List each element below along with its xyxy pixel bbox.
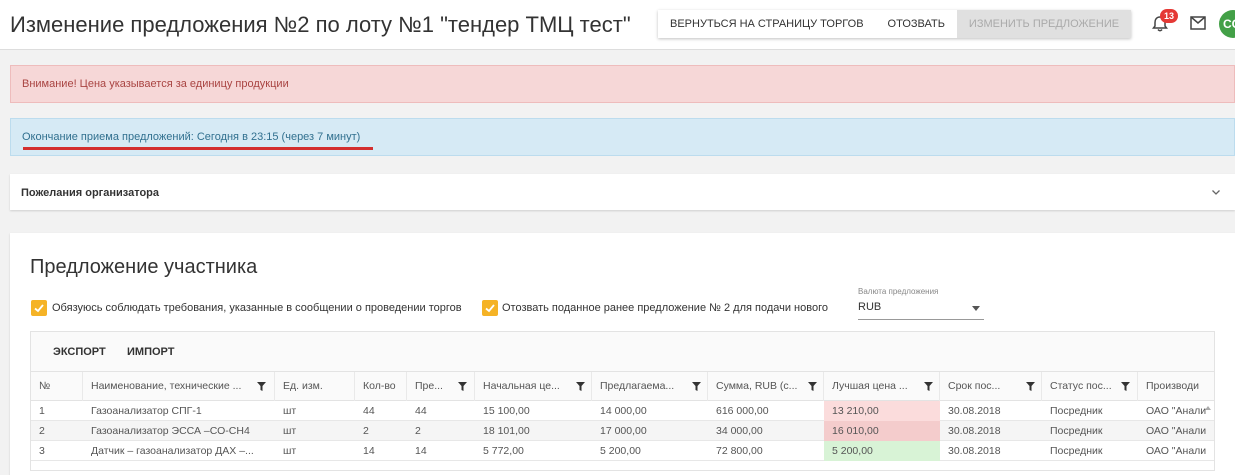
participant-proposal-card: Предложение участника Обязуюсь соблюдать…: [10, 233, 1235, 475]
cell-start-price: 18 101,00: [483, 425, 530, 437]
cell-sum: 34 000,00: [716, 425, 763, 437]
dropdown-arrow-icon: [972, 306, 980, 311]
column-header-best-price[interactable]: Лучшая цена ...: [824, 372, 940, 401]
cell-supplier-status[interactable]: Посредник: [1042, 441, 1138, 461]
cell-quantity: 2: [363, 425, 369, 437]
cell-name: Датчик – газоанализатор ДАХ –...: [91, 445, 254, 457]
cell-start-price: 5 772,00: [483, 445, 524, 457]
cell-manufacturer[interactable]: ОАО "Анали: [1138, 421, 1206, 441]
cell-best-price: 13 210,00: [824, 401, 940, 421]
cell-quantity: 14: [363, 445, 375, 457]
revoke-previous-label: Отозвать поданное ранее предложение № 2 …: [502, 302, 828, 314]
check-icon: [485, 304, 495, 313]
deadline-alert: Окончание приема предложений: Сегодня в …: [10, 118, 1235, 156]
cell-best-price: 5 200,00: [824, 441, 940, 461]
cell-unit: шт: [283, 445, 297, 457]
header-actions: ВЕРНУТЬСЯ НА СТРАНИЦУ ТОРГОВ ОТОЗВАТЬ ИЗ…: [658, 10, 1132, 38]
cell-supplier-status[interactable]: Посредник: [1042, 421, 1138, 441]
cell-name: Газоанализатор ЭССА –СО-СН4: [91, 425, 250, 437]
change-proposal-button[interactable]: ИЗМЕНИТЬ ПРЕДЛОЖЕНИЕ: [956, 10, 1132, 38]
column-header-sum[interactable]: Сумма, RUB (с...: [708, 372, 824, 401]
cell-offered-price[interactable]: 14 000,00: [592, 401, 708, 421]
deadline-text: Окончание приема предложений: Сегодня в …: [22, 131, 361, 143]
deadline-underline-mark: [23, 147, 373, 150]
cell-manufacturer[interactable]: ОАО "Анали: [1138, 401, 1206, 421]
cell-name: Газоанализатор СПГ-1: [91, 405, 202, 417]
mail-icon[interactable]: [1190, 16, 1206, 30]
cell-sum: 72 800,00: [716, 445, 763, 457]
cell-delivery-date[interactable]: 30.08.2018: [940, 441, 1042, 461]
scroll-up-icon[interactable]: [1204, 404, 1212, 412]
organizer-wishes-title: Пожелания организатора: [21, 187, 160, 199]
user-avatar[interactable]: СС: [1219, 10, 1235, 38]
check-icon: [34, 304, 44, 313]
agree-requirements-checkbox[interactable]: [31, 300, 47, 316]
price-warning-alert: Внимание! Цена указывается за единицу пр…: [10, 65, 1235, 103]
revoke-previous-checkbox[interactable]: [482, 300, 498, 316]
organizer-wishes-panel[interactable]: Пожелания организатора: [10, 174, 1235, 210]
table-row[interactable]: 3 Датчик – газоанализатор ДАХ –... шт 14…: [31, 441, 1214, 461]
column-header-number[interactable]: №: [31, 372, 83, 401]
top-header: Изменение предложения №2 по лоту №1 "тен…: [0, 0, 1235, 50]
agree-requirements-label: Обязуюсь соблюдать требования, указанные…: [52, 302, 462, 314]
cell-quantity: 44: [363, 405, 375, 417]
currency-label: Валюта предложения: [858, 287, 939, 296]
revoke-button[interactable]: ОТОЗВАТЬ: [876, 10, 957, 38]
currency-value: RUB: [858, 301, 882, 313]
page-title: Изменение предложения №2 по лоту №1 "тен…: [10, 12, 631, 37]
cell-number: 3: [39, 445, 45, 457]
cell-offered-qty[interactable]: 2: [407, 421, 475, 441]
currency-select[interactable]: RUB: [858, 298, 984, 320]
cell-offered-price[interactable]: 5 200,00: [592, 441, 708, 461]
proposal-title: Предложение участника: [30, 256, 258, 278]
cell-best-price: 16 010,00: [824, 421, 940, 441]
column-header-quantity[interactable]: Кол-во: [355, 372, 407, 401]
price-warning-text: Внимание! Цена указывается за единицу пр…: [22, 78, 289, 90]
cell-number: 1: [39, 405, 45, 417]
cell-offered-price[interactable]: 17 000,00: [592, 421, 708, 441]
filter-icon[interactable]: [1121, 382, 1130, 391]
grid-toolbar: ЭКСПОРТ ИМПОРТ: [31, 332, 1214, 372]
export-button[interactable]: ЭКСПОРТ: [53, 346, 106, 358]
cell-delivery-date[interactable]: 30.08.2018: [940, 401, 1042, 421]
filter-icon[interactable]: [808, 382, 817, 391]
cell-offered-qty[interactable]: 44: [407, 401, 475, 421]
filter-icon[interactable]: [924, 382, 933, 391]
import-button[interactable]: ИМПОРТ: [127, 346, 174, 358]
cell-unit: шт: [283, 405, 297, 417]
filter-icon[interactable]: [257, 382, 266, 391]
table-row[interactable]: 1 Газоанализатор СПГ-1 шт 44 44 15 100,0…: [31, 401, 1214, 421]
filter-icon[interactable]: [458, 382, 467, 391]
cell-sum: 616 000,00: [716, 405, 769, 417]
cell-supplier-status[interactable]: Посредник: [1042, 401, 1138, 421]
column-header-unit[interactable]: Ед. изм.: [275, 372, 355, 401]
column-header-name[interactable]: Наименование, технические ...: [83, 372, 275, 401]
table-row[interactable]: 2 Газоанализатор ЭССА –СО-СН4 шт 2 2 18 …: [31, 421, 1214, 441]
cell-offered-qty[interactable]: 14: [407, 441, 475, 461]
filter-icon[interactable]: [692, 382, 701, 391]
cell-unit: шт: [283, 425, 297, 437]
column-header-manufacturer[interactable]: Производи: [1138, 372, 1214, 401]
column-header-start-price[interactable]: Начальная це...: [475, 372, 592, 401]
cell-start-price: 15 100,00: [483, 405, 530, 417]
proposal-grid: ЭКСПОРТ ИМПОРТ № Наименование, техническ…: [30, 331, 1215, 471]
back-to-auction-button[interactable]: ВЕРНУТЬСЯ НА СТРАНИЦУ ТОРГОВ: [658, 10, 876, 38]
filter-icon[interactable]: [1026, 382, 1035, 391]
grid-header-row: № Наименование, технические ... Ед. изм.…: [31, 372, 1214, 401]
notification-badge: 13: [1160, 9, 1178, 23]
chevron-down-icon[interactable]: [1211, 187, 1221, 197]
column-header-offered-price[interactable]: Предлагаема...: [592, 372, 708, 401]
cell-delivery-date[interactable]: 30.08.2018: [940, 421, 1042, 441]
filter-icon[interactable]: [576, 382, 585, 391]
cell-manufacturer[interactable]: ОАО "Анали: [1138, 441, 1206, 461]
cell-number: 2: [39, 425, 45, 437]
